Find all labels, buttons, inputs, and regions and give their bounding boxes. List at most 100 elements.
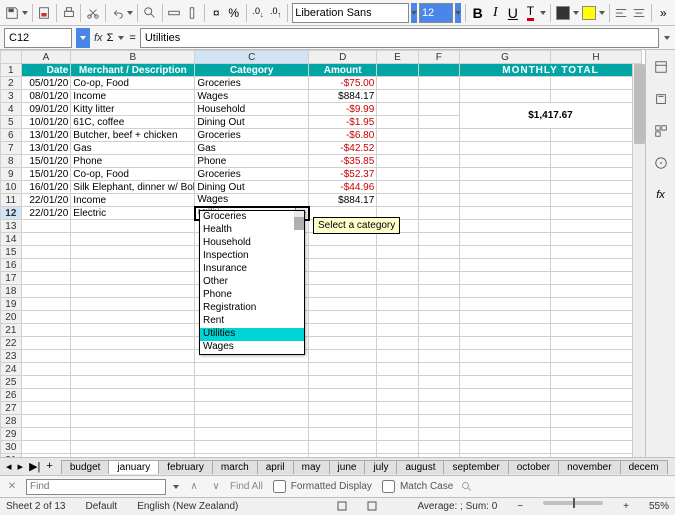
row-header-14[interactable]: 14 bbox=[1, 233, 22, 246]
cell-C2[interactable]: Groceries bbox=[195, 77, 309, 90]
cell-D20[interactable] bbox=[309, 311, 377, 324]
cell-A27[interactable] bbox=[21, 402, 71, 415]
status-average-sum[interactable]: Average: ; Sum: 0 bbox=[417, 501, 497, 512]
cell-C27[interactable] bbox=[195, 402, 309, 415]
cell-B15[interactable] bbox=[71, 246, 195, 259]
cell-D5[interactable]: -$1.95 bbox=[309, 116, 377, 129]
cell-E11[interactable] bbox=[377, 194, 418, 207]
cell-D28[interactable] bbox=[309, 415, 377, 428]
status-language[interactable]: English (New Zealand) bbox=[137, 501, 238, 512]
cell-H13[interactable] bbox=[550, 220, 641, 233]
cell-E31[interactable] bbox=[377, 454, 418, 458]
export-pdf-button[interactable] bbox=[37, 3, 53, 23]
find-input[interactable] bbox=[26, 479, 166, 495]
cell-reference-input[interactable] bbox=[4, 28, 72, 48]
cell-A16[interactable] bbox=[21, 259, 71, 272]
cell-A5[interactable]: 10/01/20 bbox=[21, 116, 71, 129]
cell-F4[interactable] bbox=[418, 103, 459, 116]
cell-H28[interactable] bbox=[550, 415, 641, 428]
cell-A26[interactable] bbox=[21, 389, 71, 402]
cell-A17[interactable] bbox=[21, 272, 71, 285]
cell-F17[interactable] bbox=[418, 272, 459, 285]
cell-G18[interactable] bbox=[460, 285, 551, 298]
cell-C28[interactable] bbox=[195, 415, 309, 428]
zoom-percent[interactable]: 55% bbox=[649, 501, 669, 512]
cell-B28[interactable] bbox=[71, 415, 195, 428]
font-color-arrow[interactable] bbox=[540, 3, 546, 23]
cell-A1[interactable]: Date bbox=[21, 64, 71, 77]
cell-F29[interactable] bbox=[418, 428, 459, 441]
cell-B1[interactable]: Merchant / Description bbox=[71, 64, 195, 77]
cell-B17[interactable] bbox=[71, 272, 195, 285]
cell-A25[interactable] bbox=[21, 376, 71, 389]
cell-E26[interactable] bbox=[377, 389, 418, 402]
tab-prev-button[interactable]: ▸ bbox=[16, 460, 26, 473]
row-header-13[interactable]: 13 bbox=[1, 220, 22, 233]
row-header-3[interactable]: 3 bbox=[1, 90, 22, 103]
row-header-30[interactable]: 30 bbox=[1, 441, 22, 454]
align-left-button[interactable] bbox=[614, 3, 630, 23]
cell-G24[interactable] bbox=[460, 363, 551, 376]
row-header-18[interactable]: 18 bbox=[1, 285, 22, 298]
cell-A23[interactable] bbox=[21, 350, 71, 363]
cell-F24[interactable] bbox=[418, 363, 459, 376]
cell-E29[interactable] bbox=[377, 428, 418, 441]
row-header-19[interactable]: 19 bbox=[1, 298, 22, 311]
cell-C26[interactable] bbox=[195, 389, 309, 402]
cell-E27[interactable] bbox=[377, 402, 418, 415]
cell-D21[interactable] bbox=[309, 324, 377, 337]
cell-G28[interactable] bbox=[460, 415, 551, 428]
align-center-button[interactable] bbox=[631, 3, 647, 23]
cell-E6[interactable] bbox=[377, 129, 418, 142]
undo-button[interactable] bbox=[110, 3, 126, 23]
cell-F9[interactable] bbox=[418, 168, 459, 181]
cell-A7[interactable]: 13/01/20 bbox=[21, 142, 71, 155]
cell-B7[interactable]: Gas bbox=[71, 142, 195, 155]
dropdown-option-health[interactable]: Health bbox=[200, 224, 304, 237]
cell-F20[interactable] bbox=[418, 311, 459, 324]
cell-E14[interactable] bbox=[377, 233, 418, 246]
cell-D4[interactable]: -$9.99 bbox=[309, 103, 377, 116]
monthly-total-header[interactable]: MONTHLY TOTAL bbox=[460, 64, 642, 77]
cell-C25[interactable] bbox=[195, 376, 309, 389]
cell-A19[interactable] bbox=[21, 298, 71, 311]
dropdown-option-wages[interactable]: Wages bbox=[200, 341, 304, 354]
cell-C29[interactable] bbox=[195, 428, 309, 441]
cell-B9[interactable]: Co-op, Food bbox=[71, 168, 195, 181]
cell-D14[interactable] bbox=[309, 233, 377, 246]
cell-D26[interactable] bbox=[309, 389, 377, 402]
toolbar-overflow-button[interactable]: » bbox=[655, 3, 671, 23]
cell-D25[interactable] bbox=[309, 376, 377, 389]
percent-button[interactable]: % bbox=[226, 3, 242, 23]
spreadsheet-area[interactable]: ABCDEFGH1 Date Merchant / Description Ca… bbox=[0, 50, 645, 457]
cell-D23[interactable] bbox=[309, 350, 377, 363]
cell-F30[interactable] bbox=[418, 441, 459, 454]
cell-E24[interactable] bbox=[377, 363, 418, 376]
cell-G25[interactable] bbox=[460, 376, 551, 389]
sidebar-settings-icon[interactable] bbox=[650, 56, 672, 78]
cell-D10[interactable]: -$44.96 bbox=[309, 181, 377, 194]
decimal-add-button[interactable]: .0↓ bbox=[250, 3, 266, 23]
cell-B20[interactable] bbox=[71, 311, 195, 324]
row-header-27[interactable]: 27 bbox=[1, 402, 22, 415]
cell-H20[interactable] bbox=[550, 311, 641, 324]
cell-A14[interactable] bbox=[21, 233, 71, 246]
cell-A8[interactable]: 15/01/20 bbox=[21, 155, 71, 168]
cell-F11[interactable] bbox=[418, 194, 459, 207]
dropdown-option-inspection[interactable]: Inspection bbox=[200, 250, 304, 263]
cell-C6[interactable]: Groceries bbox=[195, 129, 309, 142]
cell-E1[interactable] bbox=[377, 64, 418, 77]
cell-D16[interactable] bbox=[309, 259, 377, 272]
cell-D19[interactable] bbox=[309, 298, 377, 311]
cell-F31[interactable] bbox=[418, 454, 459, 458]
cell-E7[interactable] bbox=[377, 142, 418, 155]
match-case-checkbox[interactable]: Match Case bbox=[378, 477, 453, 496]
cell-C11[interactable]: Wages bbox=[195, 194, 309, 207]
cell-A24[interactable] bbox=[21, 363, 71, 376]
cell-A29[interactable] bbox=[21, 428, 71, 441]
cell-H23[interactable] bbox=[550, 350, 641, 363]
highlight-arrow[interactable] bbox=[599, 3, 605, 23]
tab-last-button[interactable]: ▶| bbox=[27, 460, 42, 473]
row-header-29[interactable]: 29 bbox=[1, 428, 22, 441]
formatted-display-checkbox[interactable]: Formatted Display bbox=[269, 477, 372, 496]
